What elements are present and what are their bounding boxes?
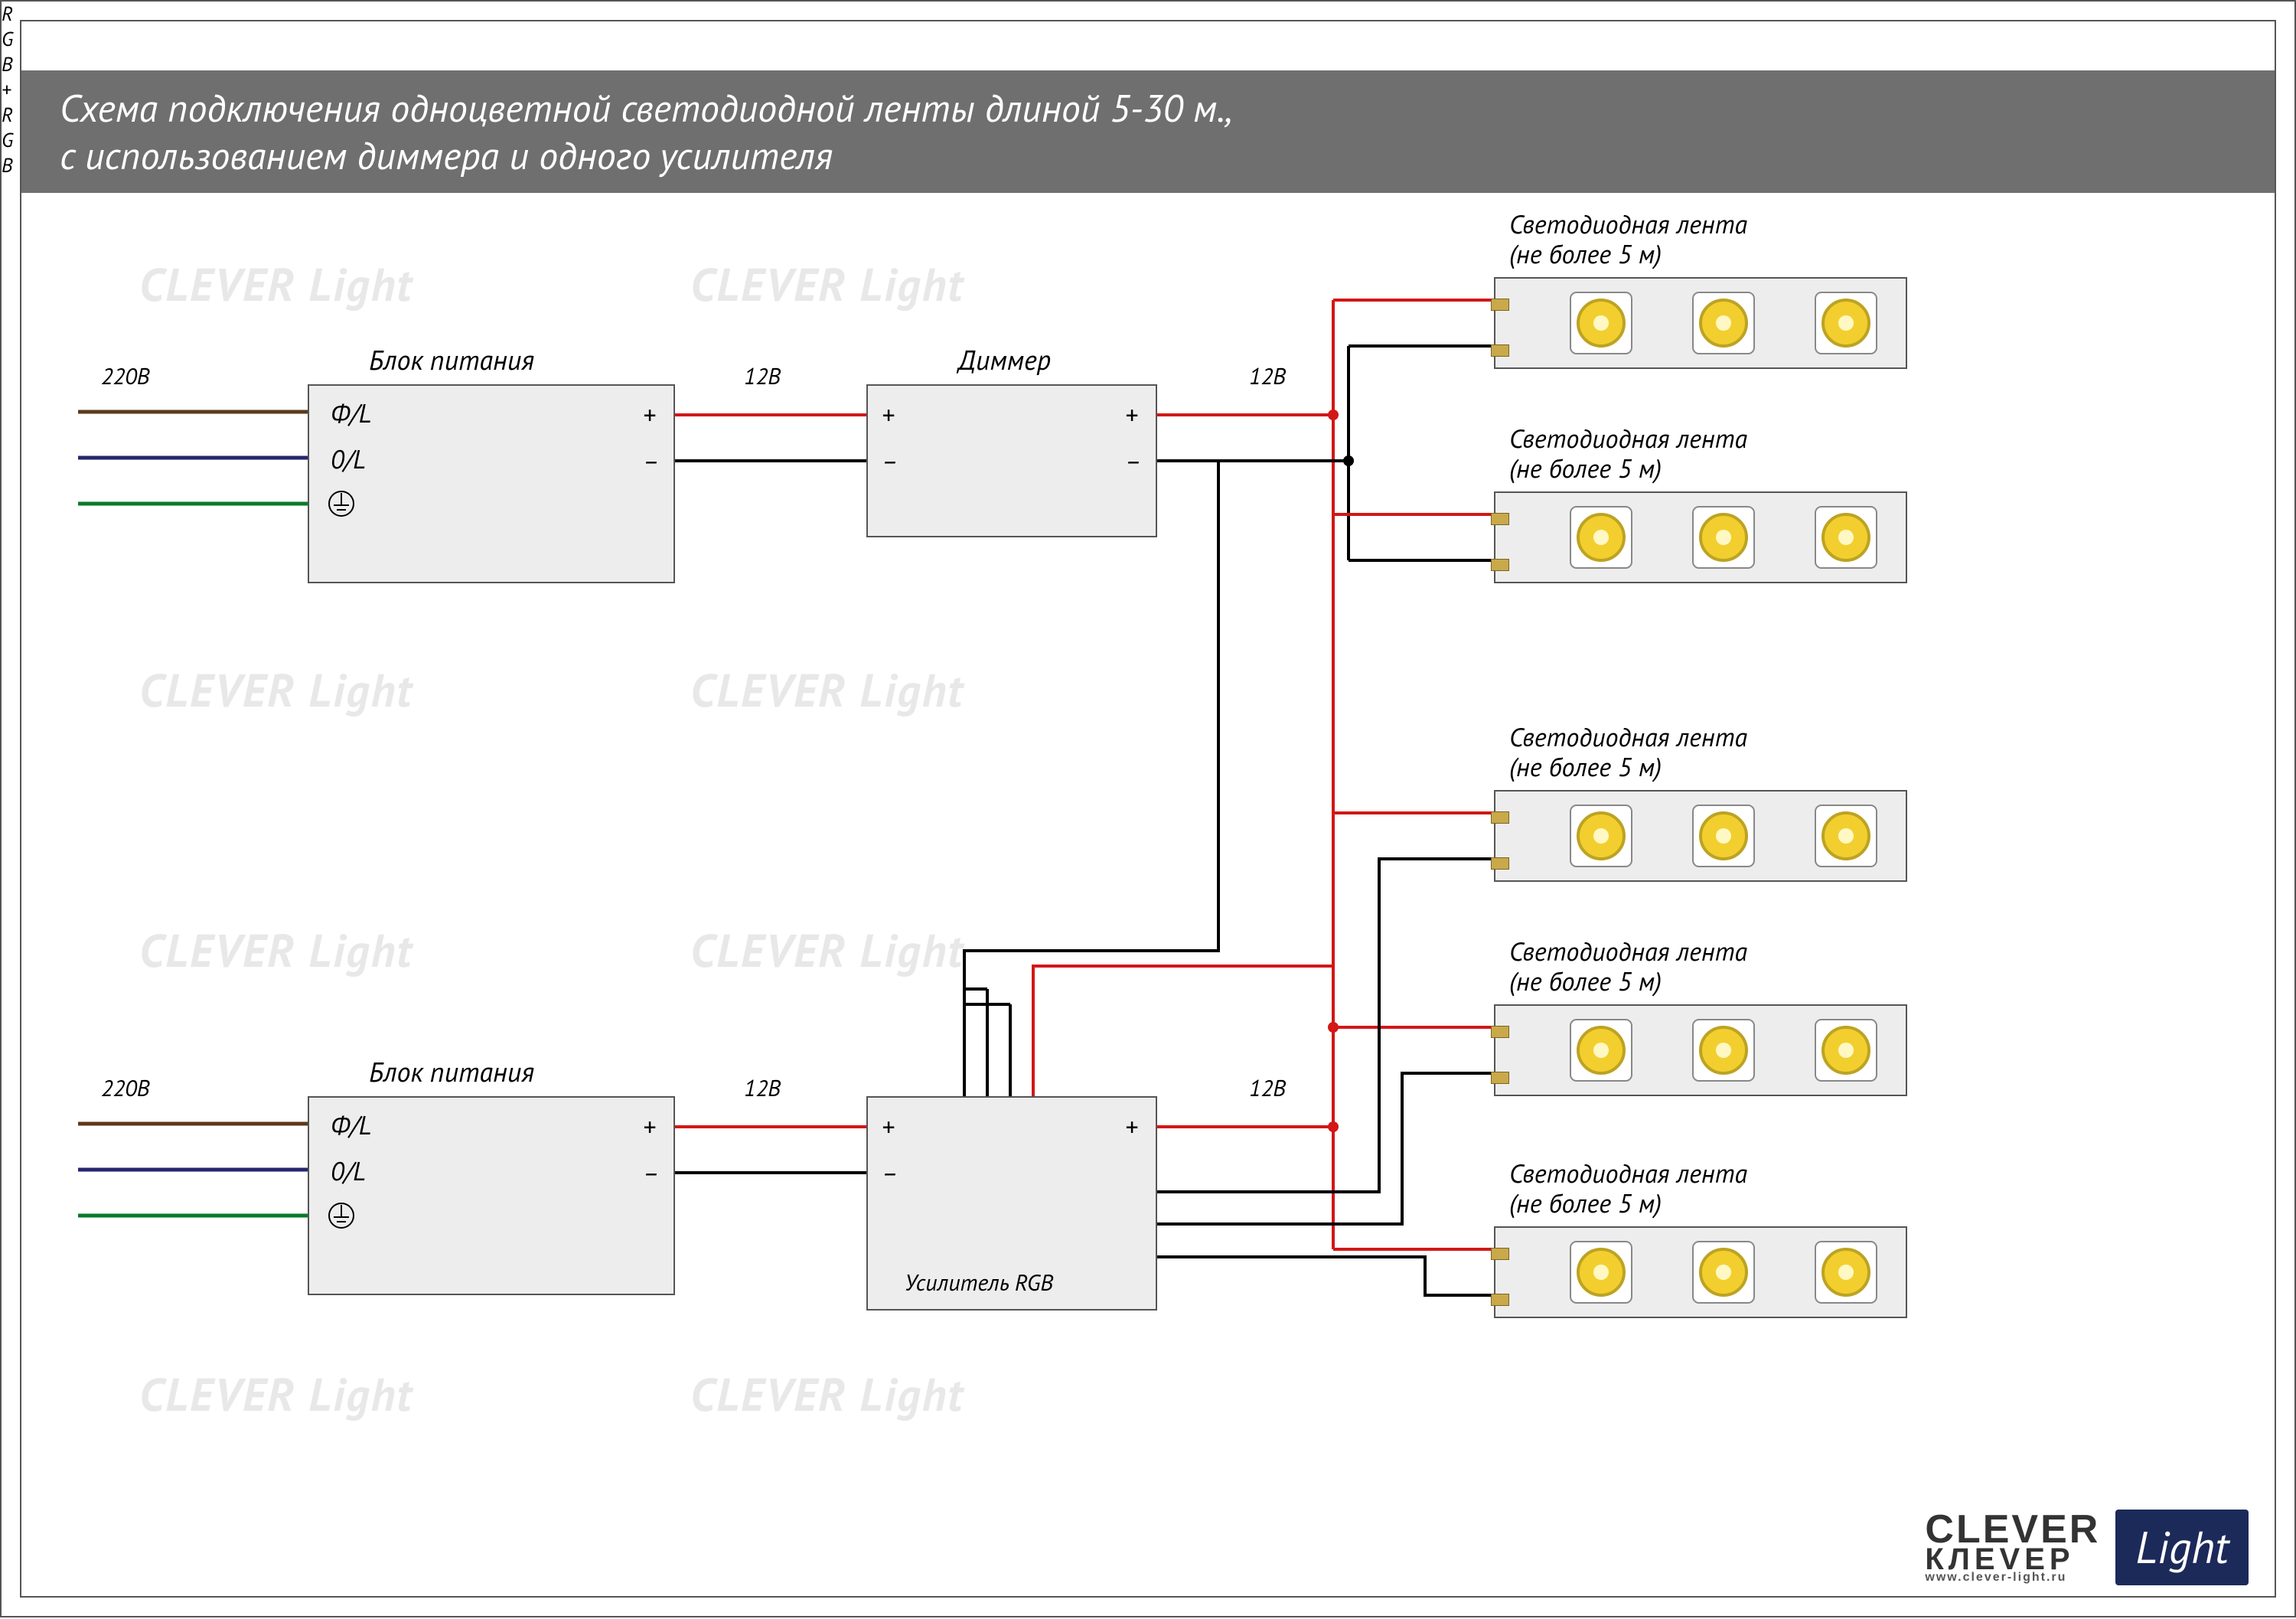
led-strip-pad: [1491, 1026, 1509, 1038]
led-strip-pad: [1491, 1072, 1509, 1084]
led-strip-label-3: Светодиодная лента(не более 5 м): [1509, 723, 1747, 782]
led-chip-icon: [1808, 1012, 1884, 1089]
led-strip-pad: [1491, 1294, 1509, 1306]
page: CLEVER Light CLEVER Light CLEVER Light C…: [0, 0, 2296, 1617]
led-strip-pad: [1491, 513, 1509, 525]
led-strip-pad: [1491, 299, 1509, 311]
led-chip-icon: [1685, 798, 1762, 874]
led-chip-icon: [1808, 499, 1884, 576]
led-strip-pad: [1491, 811, 1509, 824]
led-chip-icon: [1563, 798, 1639, 874]
wiring-layer: [2, 2, 2296, 1619]
led-chip-icon: [1563, 1234, 1639, 1311]
led-chip-icon: [1563, 285, 1639, 361]
led-strip-label-2: Светодиодная лента(не более 5 м): [1509, 424, 1747, 484]
led-chip-icon: [1808, 285, 1884, 361]
led-chip-icon: [1685, 499, 1762, 576]
led-chip-icon: [1563, 1012, 1639, 1089]
led-strip-pad: [1491, 559, 1509, 571]
led-chip-icon: [1563, 499, 1639, 576]
logo-clever: CLEVER КЛЕVЕР www.clever-light.ru: [1925, 1513, 2100, 1583]
led-chip-icon: [1685, 1012, 1762, 1089]
led-strip-label-4: Светодиодная лента(не более 5 м): [1509, 937, 1747, 997]
led-strip-pad: [1491, 857, 1509, 870]
led-chip-icon: [1685, 285, 1762, 361]
led-strip-pad: [1491, 1248, 1509, 1260]
logo-clever-bottom: КЛЕVЕР: [1925, 1546, 2100, 1572]
led-chip-icon: [1808, 1234, 1884, 1311]
logo-block: CLEVER КЛЕVЕР www.clever-light.ru Light: [1925, 1510, 2249, 1585]
led-strip-pad: [1491, 344, 1509, 357]
led-chip-icon: [1685, 1234, 1762, 1311]
led-chip-icon: [1808, 798, 1884, 874]
led-strip-label-5: Светодиодная лента(не более 5 м): [1509, 1159, 1747, 1219]
led-strip-label-1: Светодиодная лента(не более 5 м): [1509, 210, 1747, 269]
logo-light: Light: [2115, 1510, 2249, 1585]
